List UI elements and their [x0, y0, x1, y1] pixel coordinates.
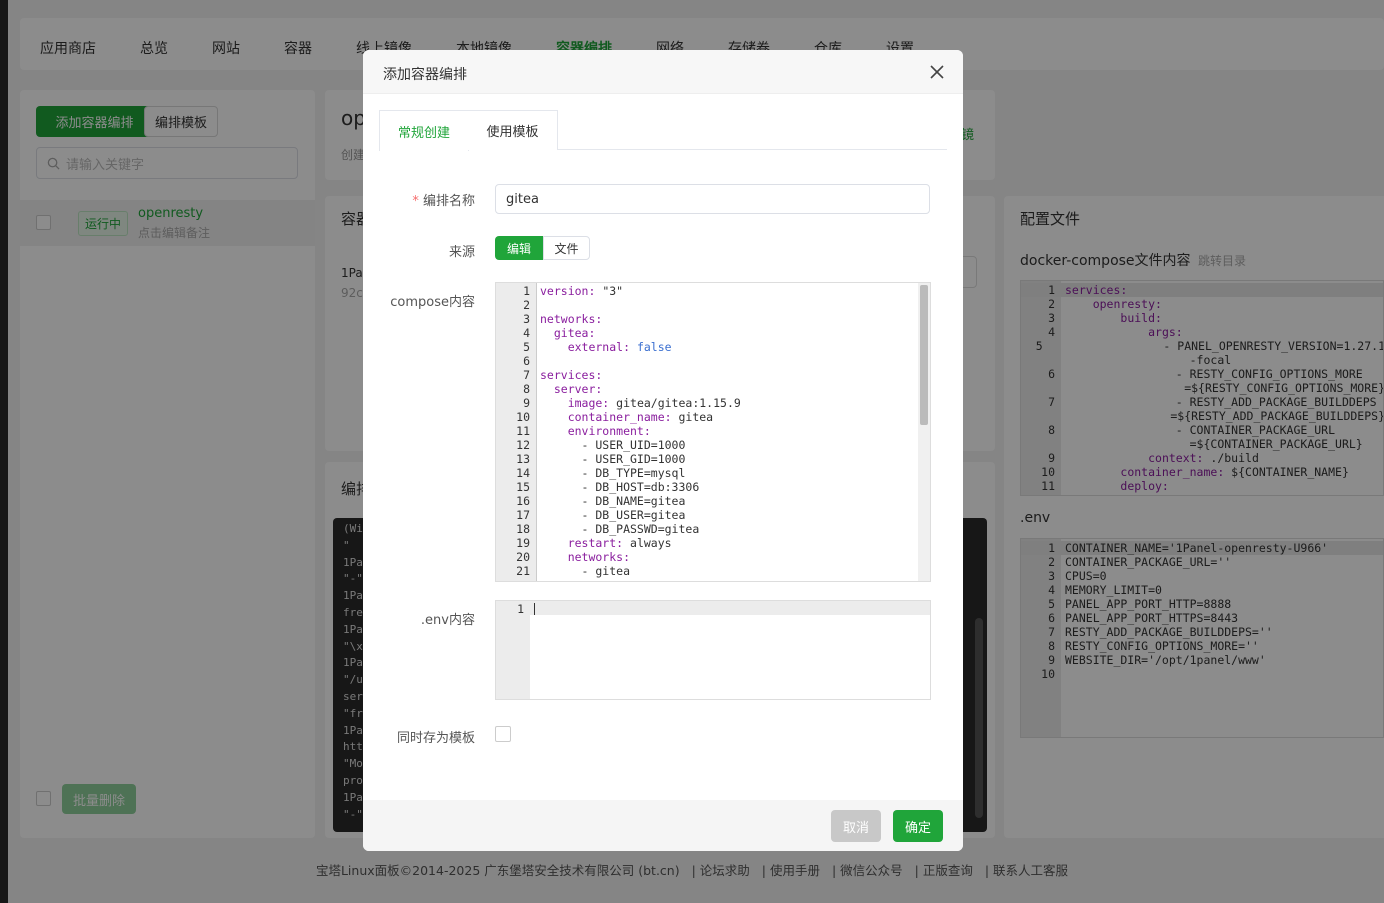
code-line: 19 restart: always	[496, 536, 916, 550]
line-number: 4	[523, 326, 530, 340]
line-text: - DB_USER=gitea	[540, 508, 686, 522]
source-file-option[interactable]: 文件	[543, 236, 590, 260]
line-number: 6	[523, 354, 530, 368]
code-line: 9 image: gitea/gitea:1.15.9	[496, 396, 916, 410]
line-text: - DB_NAME=gitea	[540, 494, 686, 508]
tab-use-template[interactable]: 使用模板	[468, 110, 558, 150]
line-number: 19	[516, 536, 530, 550]
save-template-label: 同时存为模板	[396, 731, 475, 746]
code-line: 16 - DB_NAME=gitea	[496, 494, 916, 508]
line-number: 20	[516, 550, 530, 564]
line-number: 21	[516, 564, 530, 578]
code-line: 21 - gitea	[496, 564, 916, 578]
code-line: 13 - USER_GID=1000	[496, 452, 916, 466]
code-line: 12 - USER_UID=1000	[496, 438, 916, 452]
compose-content-label: compose内容	[390, 295, 475, 310]
line-text: image: gitea/gitea:1.15.9	[540, 396, 741, 410]
line-text: restart: always	[540, 536, 672, 550]
dialog-footer: 取消 确定	[363, 800, 963, 851]
code-line: 14 - DB_TYPE=mysql	[496, 466, 916, 480]
line-text: - DB_HOST=db:3306	[540, 480, 700, 494]
line-text: server:	[540, 382, 603, 396]
line-text	[536, 298, 540, 312]
line-text: - gitea	[540, 564, 631, 578]
line-text: external: false	[540, 340, 672, 354]
code-line: 3 networks:	[496, 312, 916, 326]
editor-scrollbar-thumb[interactable]	[920, 285, 928, 425]
save-template-checkbox[interactable]	[495, 726, 511, 742]
dialog-tabs: 常规创建 使用模板	[379, 110, 947, 151]
line-number: 3	[523, 312, 530, 326]
line-text: - USER_UID=1000	[540, 438, 686, 452]
code-line: 4 gitea:	[496, 326, 916, 340]
code-line: 6	[496, 354, 916, 368]
line-text: - DB_TYPE=mysql	[540, 466, 686, 480]
line-number: 5	[523, 340, 530, 354]
line-number: 18	[516, 522, 530, 536]
line-number: 9	[523, 396, 530, 410]
line-number: 15	[516, 480, 530, 494]
code-line: 2	[496, 298, 916, 312]
compose-editor[interactable]: 1 version: "3" 2 3 networks: 4 gitea: 5 extern…	[495, 282, 931, 582]
code-line: 20 networks:	[496, 550, 916, 564]
code-line: 15 - DB_HOST=db:3306	[496, 480, 916, 494]
code-line: 7 services:	[496, 368, 916, 382]
line-number: 2	[523, 298, 530, 312]
env-editor[interactable]: 1	[495, 600, 931, 700]
cancel-button[interactable]: 取消	[831, 810, 881, 842]
line-text: version: "3"	[540, 284, 624, 298]
env-line-number: 1	[517, 602, 524, 616]
compose-name-label: * 编排名称	[412, 194, 475, 209]
code-line: 8 server:	[496, 382, 916, 396]
line-number: 7	[523, 368, 530, 382]
source-label: 来源	[448, 245, 475, 260]
line-text: environment:	[540, 424, 651, 438]
line-number: 1	[523, 284, 530, 298]
line-number: 10	[516, 410, 530, 424]
tab-normal-create[interactable]: 常规创建	[379, 110, 469, 151]
line-number: 14	[516, 466, 530, 480]
compose-name-input[interactable]: gitea	[495, 184, 930, 214]
line-text: container_name: gitea	[540, 410, 714, 424]
line-text: services:	[540, 368, 603, 382]
code-line: 1 version: "3"	[496, 284, 916, 298]
close-icon[interactable]	[927, 62, 947, 82]
dialog-header: 添加容器编排	[363, 50, 963, 94]
confirm-button[interactable]: 确定	[893, 810, 943, 842]
editor-scrollbar-track[interactable]	[918, 283, 930, 581]
code-line: 5 external: false	[496, 340, 916, 354]
line-number: 17	[516, 508, 530, 522]
dialog-title: 添加容器编排	[383, 67, 467, 83]
env-content-label: .env内容	[420, 613, 475, 628]
line-text: - DB_PASSWD=gitea	[540, 522, 700, 536]
line-number: 12	[516, 438, 530, 452]
line-number: 13	[516, 452, 530, 466]
code-line: 10 container_name: gitea	[496, 410, 916, 424]
source-edit-option[interactable]: 编辑	[495, 236, 543, 260]
line-number: 11	[516, 424, 530, 438]
code-line: 17 - DB_USER=gitea	[496, 508, 916, 522]
code-line: 18 - DB_PASSWD=gitea	[496, 522, 916, 536]
line-number: 16	[516, 494, 530, 508]
line-text: networks:	[540, 550, 631, 564]
line-text: gitea:	[540, 326, 596, 340]
line-text: networks:	[540, 312, 603, 326]
code-line: 11 environment:	[496, 424, 916, 438]
line-text	[536, 354, 540, 368]
line-number: 8	[523, 382, 530, 396]
text-cursor	[534, 603, 535, 615]
add-compose-dialog: 添加容器编排 常规创建 使用模板 * 编排名称 gitea 来源 编辑 文件 c…	[363, 50, 963, 851]
line-text: - USER_GID=1000	[540, 452, 686, 466]
